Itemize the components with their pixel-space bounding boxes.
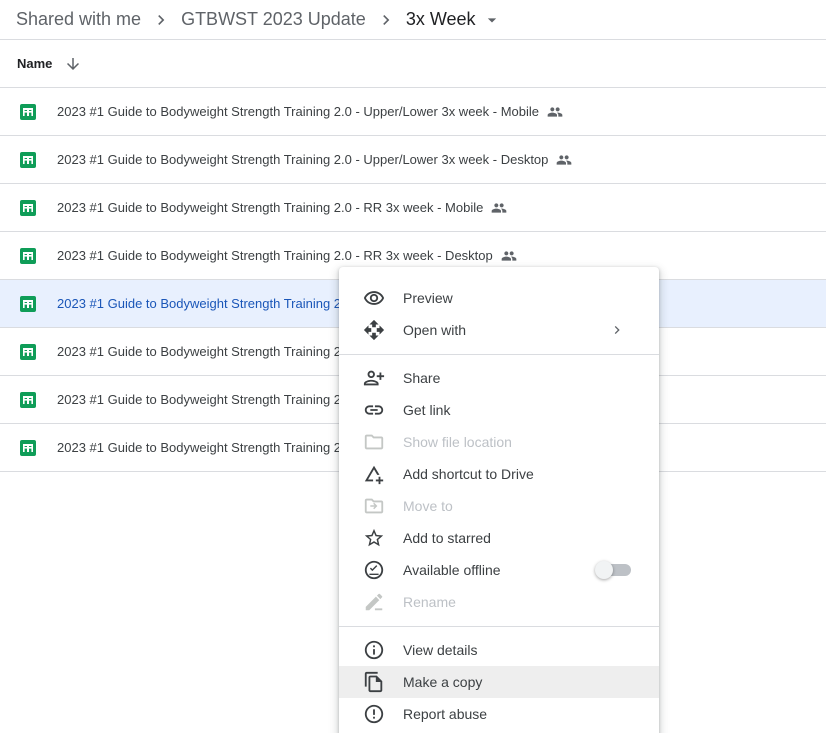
menu-item-label: Move to xyxy=(403,498,453,514)
menu-item-label: Open with xyxy=(403,322,467,338)
menu-item-label: Available offline xyxy=(403,562,501,578)
google-sheets-icon xyxy=(20,199,36,216)
menu-item-label: Preview xyxy=(403,290,453,306)
menu-item-report-abuse[interactable]: Report abuse xyxy=(339,698,659,730)
file-name: 2023 #1 Guide to Bodyweight Strength Tra… xyxy=(57,200,484,215)
offline-toggle[interactable] xyxy=(595,561,633,579)
file-name: 2023 #1 Guide to Bodyweight Strength Tra… xyxy=(57,104,539,119)
google-sheets-icon xyxy=(20,103,36,120)
shared-people-icon xyxy=(491,200,507,216)
menu-item-label: Add shortcut to Drive xyxy=(403,466,534,482)
report-icon xyxy=(363,703,385,725)
list-header: Name xyxy=(0,40,826,88)
arrow-down-icon[interactable] xyxy=(64,55,82,73)
shared-people-icon xyxy=(547,104,563,120)
eye-icon xyxy=(363,287,385,309)
person-add-icon xyxy=(363,367,385,389)
file-row[interactable]: 2023 #1 Guide to Bodyweight Strength Tra… xyxy=(0,88,826,136)
file-name: 2023 #1 Guide to Bodyweight Strength Tra… xyxy=(57,344,342,359)
menu-item-preview[interactable]: Preview xyxy=(339,282,659,314)
menu-item-available-offline[interactable]: Available offline xyxy=(339,554,659,586)
menu-item-label: View details xyxy=(403,642,478,658)
move-arrows-icon xyxy=(363,319,385,341)
menu-item-label: Show file location xyxy=(403,434,512,450)
google-sheets-icon xyxy=(20,343,36,360)
file-name: 2023 #1 Guide to Bodyweight Strength Tra… xyxy=(57,440,342,455)
menu-item-show-file-location: Show file location xyxy=(339,426,659,458)
menu-item-share[interactable]: Share xyxy=(339,362,659,394)
file-name: 2023 #1 Guide to Bodyweight Strength Tra… xyxy=(57,248,493,263)
menu-item-label: Add to starred xyxy=(403,530,491,546)
google-sheets-icon xyxy=(20,391,36,408)
google-sheets-icon xyxy=(20,247,36,264)
file-name: 2023 #1 Guide to Bodyweight Strength Tra… xyxy=(57,152,549,167)
file-name: 2023 #1 Guide to Bodyweight Strength Tra… xyxy=(57,296,342,311)
menu-item-label: Report abuse xyxy=(403,706,488,722)
pencil-icon xyxy=(363,591,385,613)
file-name: 2023 #1 Guide to Bodyweight Strength Tra… xyxy=(57,392,342,407)
link-icon xyxy=(363,399,385,421)
move-to-folder-icon xyxy=(363,495,385,517)
menu-item-label: Get link xyxy=(403,402,451,418)
chevron-right-icon xyxy=(609,322,625,338)
menu-item-open-with[interactable]: Open with xyxy=(339,314,659,346)
chevron-right-icon xyxy=(141,6,181,34)
context-menu: Preview Open with Share Get link Show file l… xyxy=(339,267,659,733)
menu-item-make-a-copy[interactable]: Make a copy xyxy=(339,666,659,698)
caret-down-icon[interactable] xyxy=(480,8,504,32)
breadcrumb-shared-with-me[interactable]: Shared with me xyxy=(16,9,141,30)
info-icon xyxy=(363,639,385,661)
breadcrumb-folder[interactable]: GTBWST 2023 Update xyxy=(181,9,366,30)
offline-check-icon xyxy=(363,559,385,581)
google-sheets-icon xyxy=(20,151,36,168)
file-row[interactable]: 2023 #1 Guide to Bodyweight Strength Tra… xyxy=(0,136,826,184)
shared-people-icon xyxy=(501,248,517,264)
breadcrumb: Shared with me GTBWST 2023 Update 3x Wee… xyxy=(0,0,826,40)
menu-item-label: Share xyxy=(403,370,441,386)
chevron-right-icon xyxy=(366,6,406,34)
menu-item-view-details[interactable]: View details xyxy=(339,634,659,666)
menu-item-label: Rename xyxy=(403,594,456,610)
menu-item-label: Make a copy xyxy=(403,674,483,690)
add-shortcut-icon xyxy=(363,463,385,485)
menu-item-get-link[interactable]: Get link xyxy=(339,394,659,426)
folder-icon xyxy=(363,431,385,453)
shared-people-icon xyxy=(556,152,572,168)
google-sheets-icon xyxy=(20,295,36,312)
star-icon xyxy=(363,527,385,549)
menu-divider xyxy=(339,346,659,362)
copy-icon xyxy=(363,671,385,693)
menu-divider xyxy=(339,618,659,634)
file-row[interactable]: 2023 #1 Guide to Bodyweight Strength Tra… xyxy=(0,184,826,232)
menu-item-add-shortcut-to-drive[interactable]: Add shortcut to Drive xyxy=(339,458,659,490)
menu-item-rename: Rename xyxy=(339,586,659,618)
menu-item-move-to: Move to xyxy=(339,490,659,522)
menu-item-add-to-starred[interactable]: Add to starred xyxy=(339,522,659,554)
column-header-name[interactable]: Name xyxy=(17,56,52,71)
google-sheets-icon xyxy=(20,439,36,456)
breadcrumb-current-folder[interactable]: 3x Week xyxy=(406,9,476,30)
